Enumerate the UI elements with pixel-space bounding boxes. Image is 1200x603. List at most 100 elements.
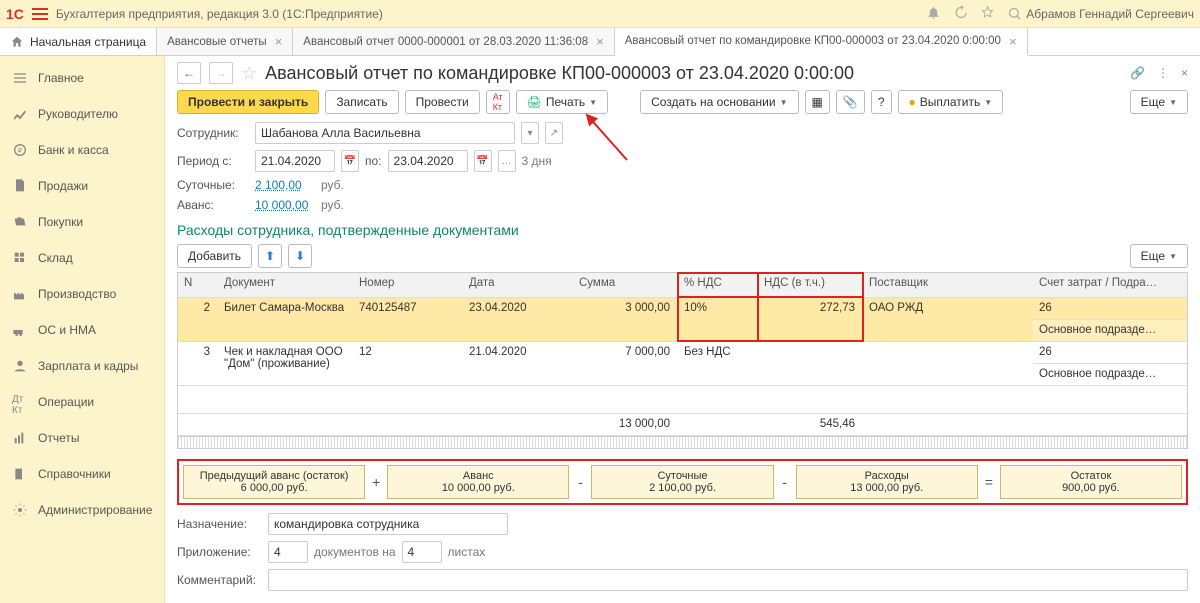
move-up-button[interactable]: ⬆ [258, 244, 282, 268]
sidebar-label: Производство [38, 287, 116, 301]
add-row-button[interactable]: Добавить [177, 244, 252, 268]
pay-button[interactable]: ●Выплатить▼ [898, 90, 1004, 114]
col-acct[interactable]: Счет затрат / Подра… [1033, 273, 1187, 297]
more-button[interactable]: Еще▼ [1130, 90, 1188, 114]
col-doc[interactable]: Документ [218, 273, 353, 297]
bell-icon[interactable] [926, 5, 941, 23]
sidebar-item-reports[interactable]: Отчеты [0, 420, 164, 456]
chevron-down-icon: ▼ [780, 98, 788, 107]
dropdown-icon[interactable]: ▾ [521, 122, 539, 144]
sidebar-item-manager[interactable]: Руководителю [0, 96, 164, 132]
chevron-down-icon: ▼ [1169, 98, 1177, 107]
sidebar-item-main[interactable]: Главное [0, 60, 164, 96]
cell-doc: Билет Самара-Москва [218, 297, 353, 341]
toolbar: Провести и закрыть Записать Провести АтК… [177, 90, 1188, 114]
dtkt-button[interactable]: АтКт [486, 90, 510, 114]
create-from-button[interactable]: Создать на основании▼ [640, 90, 798, 114]
menu-icon[interactable] [32, 8, 48, 20]
cell-doc: Чек и накладная ООО "Дом" (проживание) [218, 341, 353, 385]
eq-title: Аванс [390, 470, 566, 482]
tab-home[interactable]: Начальная страница [0, 28, 157, 55]
eq-advance: Аванс10 000,00 руб. [387, 465, 569, 499]
col-num[interactable]: Номер [353, 273, 463, 297]
employee-label: Сотрудник: [177, 126, 249, 140]
minus-icon: - [778, 465, 792, 499]
move-down-button[interactable]: ⬇ [288, 244, 312, 268]
logo-1c: 1C [6, 6, 24, 22]
sidebar-item-assets[interactable]: ОС и НМА [0, 312, 164, 348]
currency-label: руб. [321, 178, 344, 192]
col-vat-pct[interactable]: % НДС [678, 273, 758, 297]
sidebar-item-operations[interactable]: ДтКтОперации [0, 384, 164, 420]
sidebar-item-hr[interactable]: Зарплата и кадры [0, 348, 164, 384]
purpose-field[interactable]: командировка сотрудника [268, 513, 508, 535]
coin-icon: ● [909, 95, 916, 109]
close-icon[interactable]: × [1009, 34, 1017, 49]
comment-field[interactable] [268, 569, 1188, 591]
advance-label: Аванс: [177, 198, 249, 212]
expenses-table: N Документ Номер Дата Сумма % НДС НДС (в… [177, 272, 1188, 449]
structure-button[interactable]: ▦ [805, 90, 830, 114]
tab-report-1[interactable]: Авансовый отчет 0000-000001 от 28.03.202… [293, 28, 614, 55]
cell-vendor: ОАО РЖД [863, 297, 1033, 341]
col-sum[interactable]: Сумма [573, 273, 678, 297]
advance-link[interactable]: 10 000,00 [255, 198, 315, 212]
attach-button[interactable]: 📎 [836, 90, 865, 114]
sidebar-item-refs[interactable]: Справочники [0, 456, 164, 492]
field-value: Шабанова Алла Васильевна [261, 126, 421, 140]
nav-forward[interactable]: → [209, 62, 233, 84]
sidebar-item-admin[interactable]: Администрирование [0, 492, 164, 528]
cell-acct: 26 [1033, 297, 1187, 319]
tab-advance-reports[interactable]: Авансовые отчеты× [157, 28, 293, 55]
kebab-icon[interactable]: ⋮ [1157, 66, 1169, 80]
star-icon[interactable] [980, 5, 995, 23]
close-icon[interactable]: × [596, 34, 604, 49]
post-and-close-button[interactable]: Провести и закрыть [177, 90, 319, 114]
col-vat[interactable]: НДС (в т.ч.) [758, 273, 863, 297]
cell-sub: Основное подразде… [1033, 319, 1187, 341]
cell-vendor [863, 341, 1033, 385]
sidebar-item-sales[interactable]: Продажи [0, 168, 164, 204]
close-icon[interactable]: × [275, 34, 283, 49]
employee-field[interactable]: Шабанова Алла Васильевна [255, 122, 515, 144]
link-icon[interactable]: 🔗 [1130, 66, 1145, 80]
col-n[interactable]: N [178, 273, 218, 297]
table-row[interactable]: 2 Билет Самара-Москва 740125487 23.04.20… [178, 297, 1187, 319]
calendar-icon[interactable]: 📅 [474, 150, 492, 172]
calendar-icon[interactable]: 📅 [341, 150, 359, 172]
section-header: Расходы сотрудника, подтвержденные докум… [177, 222, 1188, 238]
help-button[interactable]: ? [871, 90, 892, 114]
docs-count-field[interactable]: 4 [268, 541, 308, 563]
sidebar-label: Покупки [38, 215, 83, 229]
nav-back[interactable]: ← [177, 62, 201, 84]
sidebar-item-warehouse[interactable]: Склад [0, 240, 164, 276]
tab-report-3[interactable]: Авансовый отчет по командировке КП00-000… [615, 28, 1028, 56]
ellipsis-icon[interactable]: … [498, 150, 516, 172]
user-menu[interactable]: Абрамов Геннадий Сергеевич [1007, 6, 1194, 21]
history-icon[interactable] [953, 5, 968, 23]
close-panel-icon[interactable]: × [1181, 66, 1188, 80]
eq-title: Расходы [799, 470, 975, 482]
btn-label: Провести [416, 95, 469, 109]
horizontal-scrollbar[interactable] [178, 436, 1187, 448]
sidebar-item-purchases[interactable]: Покупки [0, 204, 164, 240]
date-to-field[interactable]: 23.04.2020 [388, 150, 468, 172]
favorite-star-icon[interactable]: ☆ [241, 63, 257, 84]
text-label: листах [448, 545, 486, 559]
eq-expenses: Расходы13 000,00 руб. [796, 465, 978, 499]
sidebar-item-production[interactable]: Производство [0, 276, 164, 312]
sheets-count-field[interactable]: 4 [402, 541, 442, 563]
col-date[interactable]: Дата [463, 273, 573, 297]
printer-icon: 🖨 [527, 95, 542, 109]
post-button[interactable]: Провести [405, 90, 480, 114]
table-more-button[interactable]: Еще▼ [1130, 244, 1188, 268]
sidebar-label: Отчеты [38, 431, 79, 445]
write-button[interactable]: Записать [325, 90, 398, 114]
sidebar-item-bank[interactable]: ₽Банк и касса [0, 132, 164, 168]
perdiem-link[interactable]: 2 100,00 [255, 178, 315, 192]
date-from-field[interactable]: 21.04.2020 [255, 150, 335, 172]
table-row[interactable]: 3 Чек и накладная ООО "Дом" (проживание)… [178, 341, 1187, 363]
col-vendor[interactable]: Поставщик [863, 273, 1033, 297]
field-value: 4 [274, 545, 281, 559]
open-ref-icon[interactable]: ↗ [545, 122, 563, 144]
